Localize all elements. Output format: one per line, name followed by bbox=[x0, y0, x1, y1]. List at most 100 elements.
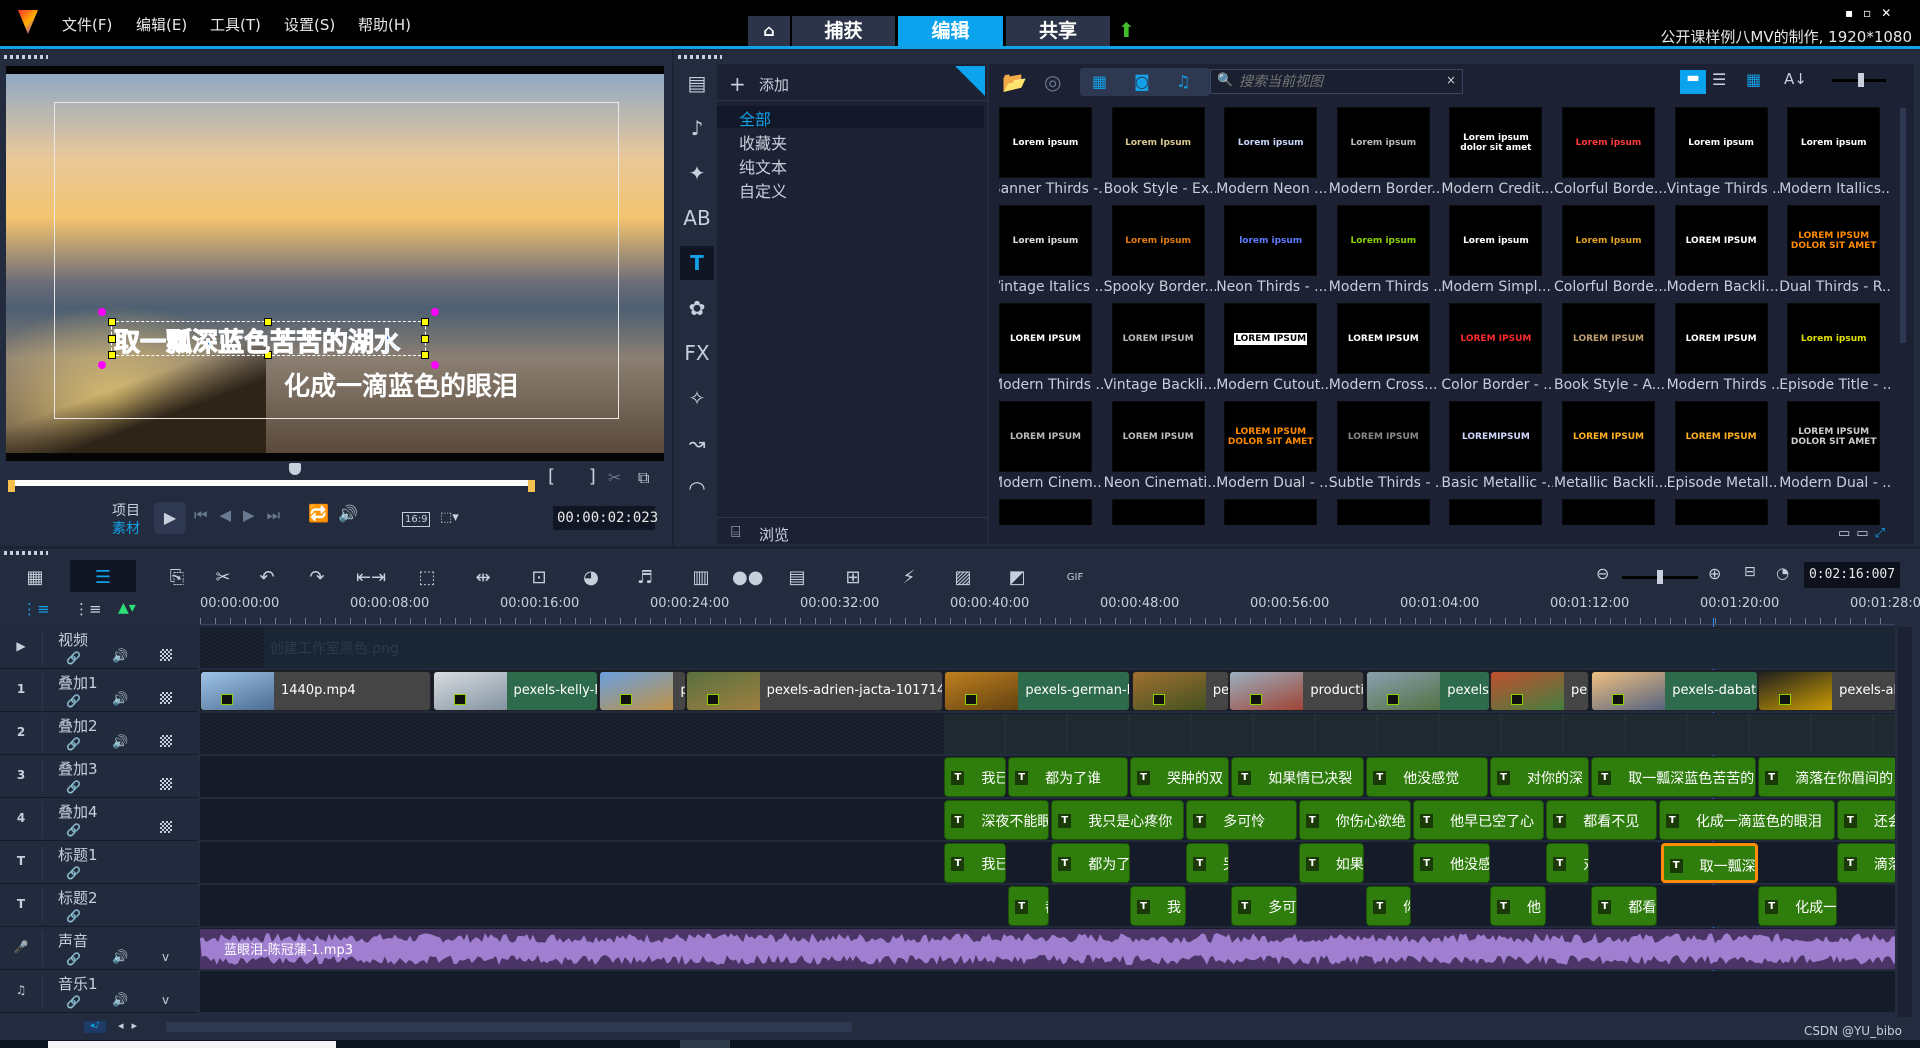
menu-2[interactable]: 工具(T) bbox=[210, 14, 261, 35]
add-icon[interactable]: + bbox=[729, 72, 746, 96]
title-template-item[interactable] bbox=[1674, 499, 1787, 525]
title-template-item[interactable]: LOREM IPSUM bbox=[1111, 499, 1224, 525]
title-clip[interactable]: T我 bbox=[1130, 886, 1187, 926]
mute-icon[interactable]: 🔊 bbox=[112, 950, 128, 965]
mode-clip[interactable]: 素材 bbox=[112, 518, 140, 538]
preview-video[interactable]: 取一瓢深蓝色苦苦的湖水 化成一滴蓝色的眼泪 bbox=[6, 74, 664, 453]
browse-icon[interactable]: ⌸ bbox=[731, 522, 741, 542]
timecode-display[interactable]: 00:00:02:023 bbox=[553, 506, 658, 530]
video-clip[interactable]: pe bbox=[1490, 671, 1590, 711]
category-item[interactable]: 纯文本 bbox=[739, 154, 787, 178]
video-clip[interactable]: productio bbox=[1229, 671, 1365, 711]
title-clip[interactable]: T 取一瓢深 bbox=[1660, 843, 1759, 883]
timeline-horizontal-scrollbar[interactable] bbox=[166, 1022, 852, 1032]
filter-video-icon[interactable]: ▦ bbox=[1092, 72, 1107, 91]
path-icon[interactable]: ↝ bbox=[680, 426, 714, 460]
title-template-item[interactable]: LOREM IPSUM Modern Backli... bbox=[1667, 205, 1787, 303]
link-icon[interactable]: 🔗 bbox=[66, 780, 81, 794]
transport-controls[interactable]: ⏮◀▶⏭ bbox=[194, 506, 292, 524]
trim-bar[interactable] bbox=[10, 480, 535, 486]
motion-tracking-icon[interactable]: ⚡ bbox=[894, 564, 924, 592]
library-scrollbar[interactable] bbox=[1900, 108, 1906, 343]
title-clip[interactable]: T 他没感 bbox=[1413, 843, 1490, 883]
transparency-icon[interactable] bbox=[160, 821, 172, 833]
title-clip[interactable]: T 还会 bbox=[1836, 800, 1895, 840]
title-clip[interactable]: T 多可 bbox=[1231, 886, 1297, 926]
split-clip-icon[interactable]: ✂ bbox=[608, 468, 621, 487]
fit-icon[interactable]: ⬚▾ bbox=[440, 510, 459, 525]
title-clip[interactable]: T 化成一 bbox=[1758, 886, 1837, 926]
resize-icon[interactable]: ⊡ bbox=[524, 564, 554, 592]
voice-track-icon[interactable]: 🎤 bbox=[8, 940, 34, 956]
volume-icon[interactable]: 🔊 bbox=[338, 504, 358, 523]
title-clip[interactable]: T都 bbox=[1008, 886, 1050, 926]
trim-start-handle[interactable] bbox=[8, 480, 15, 492]
expand-icon[interactable]: v bbox=[162, 950, 169, 964]
title-template-item[interactable]: Lorem ipsum Vintage Italics ... bbox=[999, 205, 1111, 303]
title-template-item[interactable]: Lorem ipsum Colorful Borde... bbox=[1554, 107, 1674, 205]
title-template-item[interactable]: LOREM IPSUM Modern Thirds ... bbox=[1667, 303, 1787, 401]
link-icon[interactable]: 🔗 bbox=[66, 909, 81, 923]
music-track-icon[interactable]: ♫ bbox=[8, 983, 34, 999]
title-template-item[interactable]: LOREM IPSUM Episode Metall... bbox=[1667, 401, 1787, 499]
transparency-icon[interactable] bbox=[160, 649, 172, 661]
mark-in-out-buttons[interactable]: [ ] bbox=[548, 466, 610, 487]
blend-icon[interactable]: ●● bbox=[732, 564, 763, 592]
menu-4[interactable]: 帮助(H) bbox=[358, 14, 411, 35]
multicam-icon[interactable]: ▥ bbox=[686, 564, 716, 592]
tab-capture[interactable]: 捕获 bbox=[792, 16, 895, 46]
title-clip[interactable]: T 滴落在你眉间的 bbox=[1758, 757, 1895, 797]
chapter-icon[interactable]: ⋮≡ bbox=[74, 600, 102, 618]
fit-to-window-icon[interactable]: ⇤⇥ bbox=[356, 564, 386, 592]
video-clip[interactable]: pexels- bbox=[1366, 671, 1490, 711]
title-template-item[interactable]: Lorem ipsum Modern Neon ... bbox=[1216, 107, 1336, 205]
mute-icon[interactable]: 🔊 bbox=[112, 735, 128, 750]
title-clip[interactable]: T 我已 bbox=[944, 843, 1007, 883]
tab-share[interactable]: 共享 bbox=[1006, 16, 1110, 46]
title-template-item[interactable]: Lorem ipsum Vintage Thirds ... bbox=[1667, 107, 1787, 205]
audio-instrument-icon[interactable]: ♪ bbox=[680, 111, 714, 145]
title-template-item[interactable] bbox=[1449, 499, 1561, 525]
title-clip[interactable]: T他 bbox=[1490, 886, 1547, 926]
audio-clip[interactable]: 蓝眼泪-陈冠蒲-1.mp3 bbox=[200, 929, 1895, 969]
tab-edit[interactable]: 编辑 bbox=[898, 16, 1003, 46]
title-template-item[interactable]: LOREM IPSUM DOLOR SIT AMET Dual Thirds - … bbox=[1779, 205, 1899, 303]
caption-line-2[interactable]: 化成一滴蓝色的眼泪 bbox=[284, 366, 518, 403]
fit-project-icon[interactable]: ⊟ bbox=[1744, 564, 1756, 580]
repeat-icon[interactable]: 🔁 bbox=[308, 504, 329, 524]
instant-project-icon[interactable]: ✦ bbox=[680, 156, 714, 190]
copy-icon[interactable]: ⧉ bbox=[638, 468, 649, 488]
category-item[interactable]: 收藏夹 bbox=[739, 130, 787, 154]
graphics-icon[interactable]: ✿ bbox=[680, 291, 714, 325]
view-thumbnails-large-icon[interactable]: ▬ bbox=[1680, 70, 1706, 94]
window-controls[interactable]: ▪▫✕ bbox=[1845, 6, 1901, 20]
color-icon[interactable]: ◕ bbox=[576, 564, 606, 592]
color-grading-icon[interactable]: ◩ bbox=[1002, 564, 1032, 592]
transition-icon[interactable]: AB bbox=[680, 201, 714, 235]
mode-project[interactable]: 项目 bbox=[112, 500, 140, 520]
title-clip[interactable]: T 都看 bbox=[1591, 886, 1657, 926]
video-track-icon[interactable]: ▶ bbox=[8, 639, 34, 655]
timeline-scroll-start[interactable]: ◂♪ bbox=[84, 1021, 106, 1033]
expand-icon[interactable]: v bbox=[162, 993, 169, 1007]
transparency-icon[interactable] bbox=[160, 735, 172, 747]
title-template-item[interactable]: Lorem ipsum Modern Itallics... bbox=[1779, 107, 1899, 205]
title-template-item[interactable]: LOREMIPSUM Basic Metallic -... bbox=[1441, 401, 1561, 499]
link-icon[interactable]: 🔗 bbox=[66, 694, 81, 708]
title-clip[interactable]: T 滴落 bbox=[1836, 843, 1895, 883]
panel-grip[interactable] bbox=[4, 55, 48, 59]
sort-icon[interactable]: A↓ bbox=[1784, 70, 1807, 88]
capture-icon[interactable]: ◎ bbox=[1044, 70, 1061, 94]
library-view-options[interactable]: ▭▭⤢ bbox=[1838, 526, 1891, 541]
timeline-zoom-handle[interactable] bbox=[1657, 570, 1663, 584]
title-template-item[interactable]: Lorem Ipsum Book Style - Ex... bbox=[1104, 107, 1224, 205]
zoom-out-icon[interactable]: ⊖ bbox=[1596, 564, 1609, 583]
video-clip[interactable]: pexels-kelly-l bbox=[432, 671, 598, 711]
title-template-item[interactable]: LOREM IPSUM Metallic Backli... bbox=[1554, 401, 1674, 499]
title-track-2-icon[interactable]: T bbox=[8, 897, 34, 913]
video-clip[interactable]: pexels-dabate bbox=[1591, 671, 1759, 711]
play-button[interactable]: ▶ bbox=[154, 502, 186, 534]
title-template-item[interactable]: LOREM IPSUM Book Style - A... bbox=[1554, 303, 1674, 401]
title-template-item[interactable] bbox=[1224, 499, 1336, 525]
title-clip[interactable]: T 如果 bbox=[1298, 843, 1365, 883]
